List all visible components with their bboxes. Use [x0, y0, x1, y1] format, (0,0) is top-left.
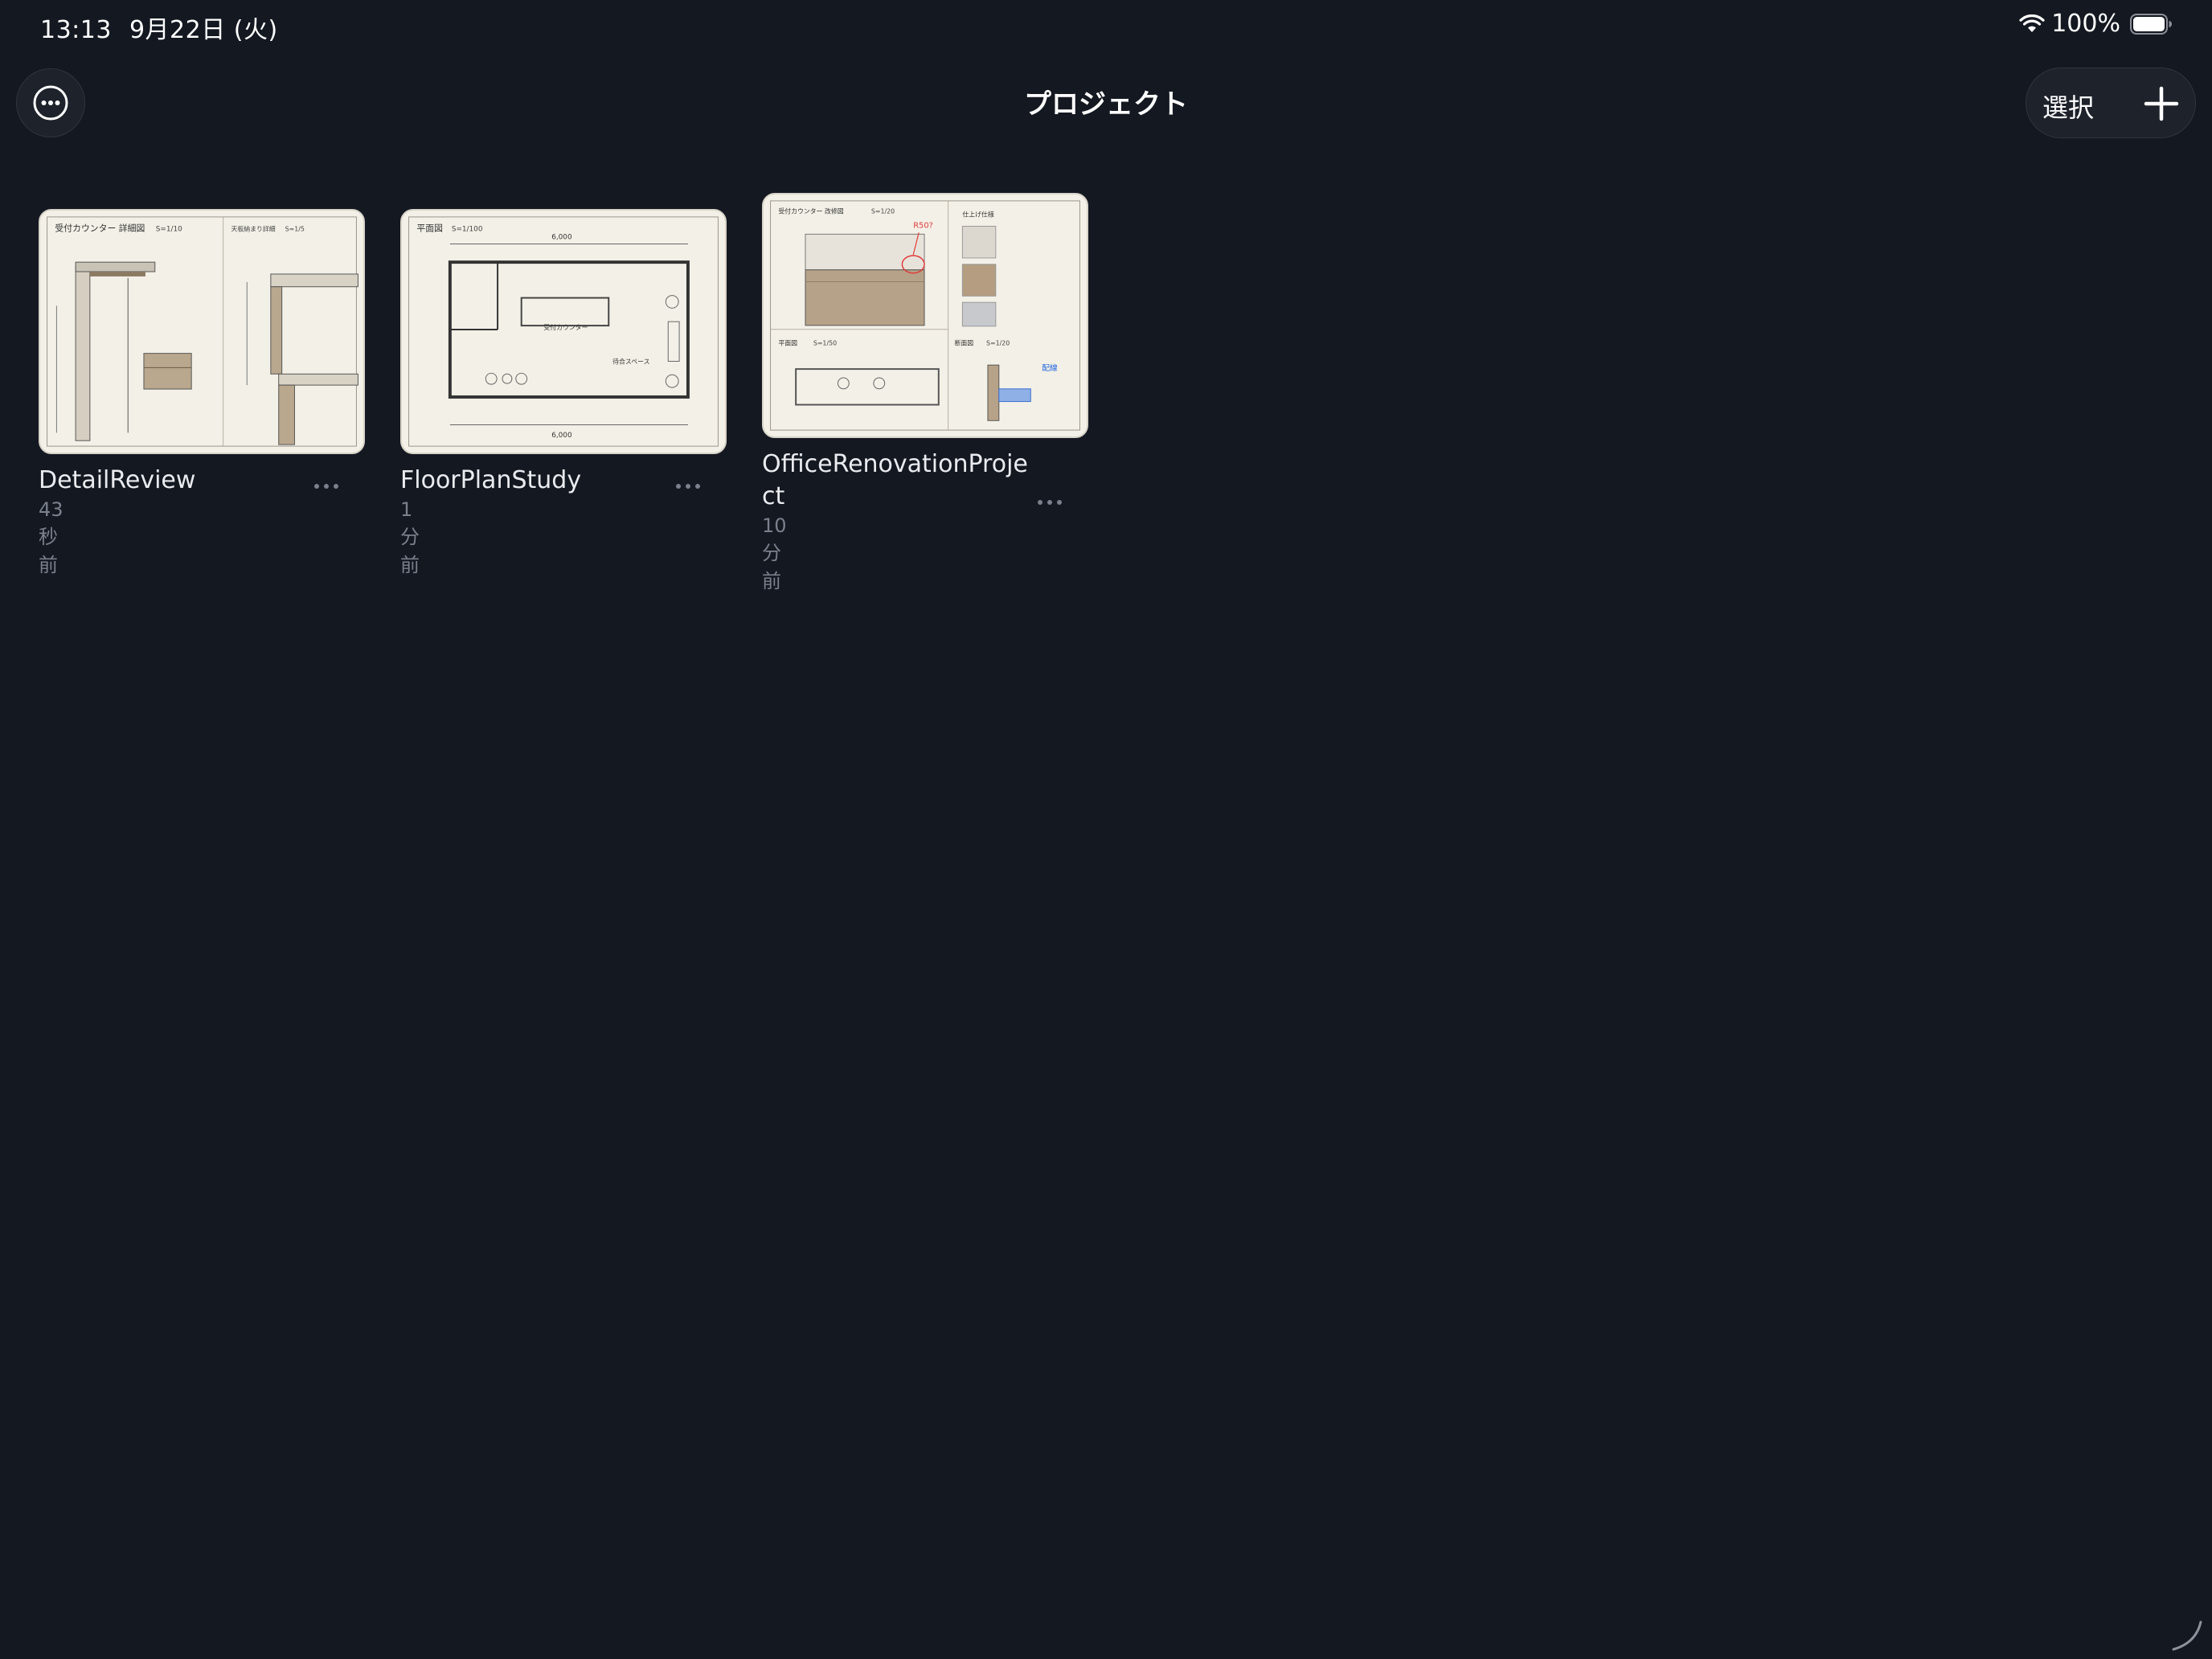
- project-name: FloorPlanStudy: [400, 466, 582, 494]
- corner-resize-handle-icon: [2172, 1620, 2202, 1651]
- project-thumbnail[interactable]: 受付カウンター 改修図 S=1/20 仕上げ仕様 R50? 平面図 S=1/50…: [762, 193, 1088, 438]
- project-name: DetailReview: [39, 466, 196, 494]
- thumb-title: 受付カウンター 改修図: [778, 207, 843, 215]
- project-updated-time: 10 分前: [762, 514, 787, 592]
- project-updated-time: 43 秒前: [39, 498, 63, 576]
- status-time: 13:13: [40, 16, 112, 44]
- wifi-icon: [2019, 14, 2045, 32]
- thumb-scale: S=1/10: [156, 226, 182, 234]
- page-title: プロジェクト: [1024, 88, 1188, 121]
- thumb-plan-title: 平面図: [778, 340, 797, 347]
- status-date: 9月22日 (火): [129, 16, 278, 44]
- thumb-side-title: 仕上げ仕様: [962, 211, 994, 219]
- thumb-note2: 配線: [1042, 363, 1058, 373]
- thumb-dim-top: 6,000: [551, 234, 572, 242]
- project-updated-time: 1 分前: [400, 498, 420, 576]
- thumb-plan-scale: S=1/50: [813, 340, 837, 347]
- project-name: OfficeRenovationProje ct: [762, 450, 1028, 510]
- drawing-floorplan-thumbnail: 平面図 S=1/100 6,000 受付カウンター 待合スペース 6,000: [408, 216, 719, 447]
- status-bar-right: 100%: [2019, 10, 2172, 38]
- thumb-room: 受付カウンター: [543, 323, 588, 331]
- thumb-section-scale: S=1/20: [986, 340, 1010, 347]
- drawing-renovation-thumbnail: 受付カウンター 改修図 S=1/20 仕上げ仕様 R50? 平面図 S=1/50…: [770, 200, 1080, 431]
- thumb-side-scale: S=1/5: [285, 226, 305, 233]
- project-more-icon[interactable]: [1034, 498, 1066, 507]
- thumb-title: 受付カウンター 詳細図: [55, 223, 145, 234]
- battery-icon: [2130, 13, 2172, 35]
- thumb-section-title: 断面図: [955, 339, 974, 347]
- thumb-scale: S=1/20: [871, 208, 895, 215]
- thumb-note: R50?: [913, 221, 933, 230]
- thumb-title: 平面図: [416, 223, 443, 234]
- header-actions: 選択: [2026, 68, 2196, 138]
- thumb-dim-bottom: 6,000: [551, 432, 572, 440]
- status-bar-left: 13:13 9月22日 (火): [40, 10, 296, 45]
- thumb-side-title: 天板納まり詳細: [231, 225, 276, 233]
- battery-percent: 100%: [2051, 10, 2120, 38]
- project-thumbnail[interactable]: 受付カウンター 詳細図 S=1/10 天板納まり詳細 S=1/5: [39, 209, 365, 454]
- project-thumbnail[interactable]: 平面図 S=1/100 6,000 受付カウンター 待合スペース 6,000: [400, 209, 727, 454]
- plus-icon[interactable]: [2144, 86, 2179, 121]
- select-button[interactable]: 選択: [2042, 88, 2094, 125]
- project-more-icon[interactable]: [310, 481, 342, 491]
- thumb-room2: 待合スペース: [612, 357, 649, 365]
- project-more-icon[interactable]: [672, 481, 704, 491]
- drawing-detail-thumbnail: 受付カウンター 詳細図 S=1/10 天板納まり詳細 S=1/5: [47, 216, 358, 447]
- thumb-scale: S=1/100: [452, 226, 483, 234]
